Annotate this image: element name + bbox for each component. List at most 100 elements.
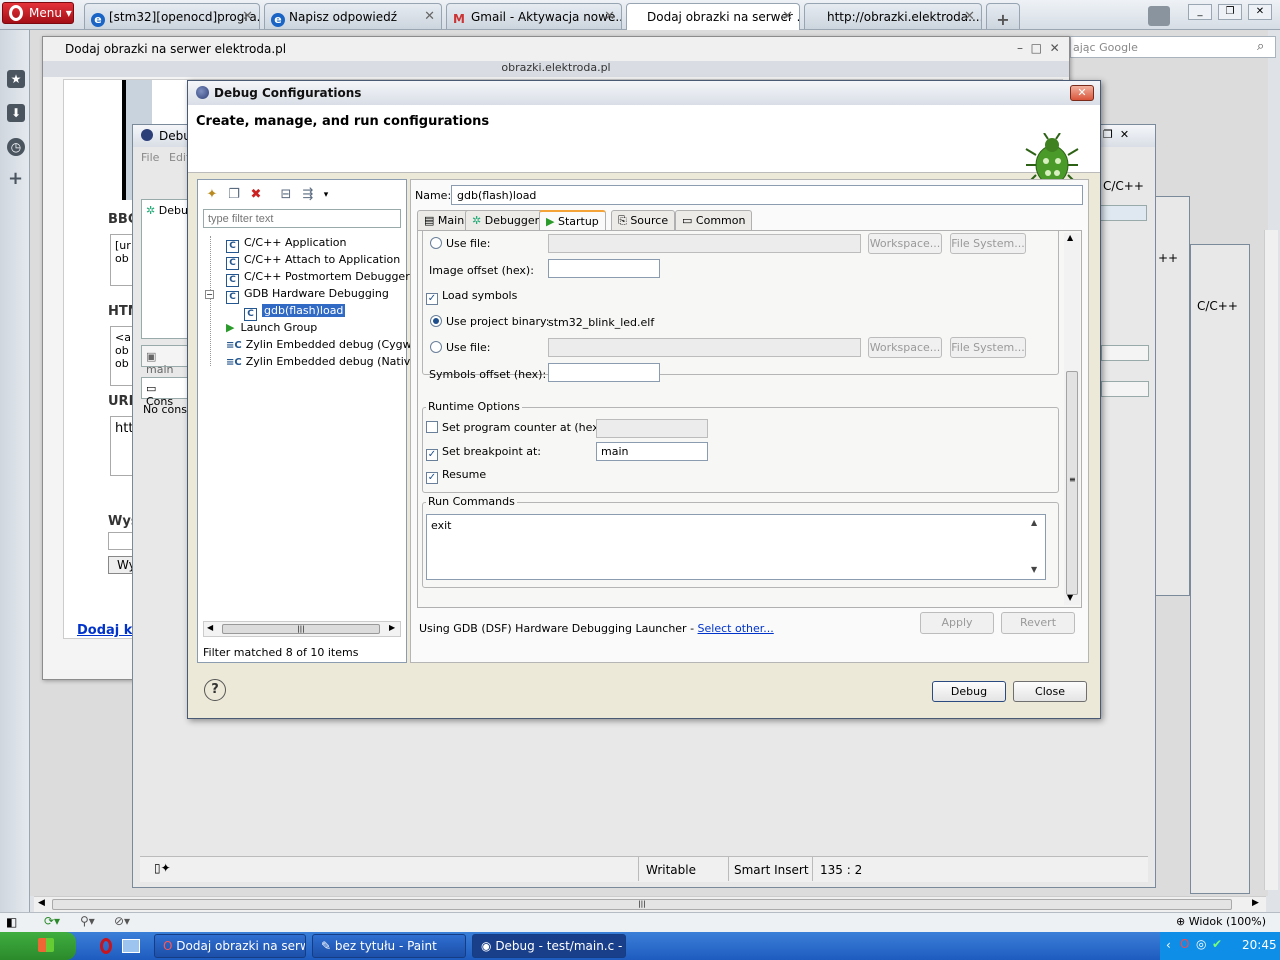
tab-source[interactable]: ⎘ Source xyxy=(611,210,676,230)
scroll-left-icon[interactable]: ◀ xyxy=(207,623,213,632)
config-name-input[interactable]: gdb(flash)load xyxy=(451,185,1083,205)
workspace-button-1[interactable]: Workspace... xyxy=(868,233,942,254)
collapse-toggle-icon[interactable]: − xyxy=(205,290,214,299)
debug-button[interactable]: Debug xyxy=(932,681,1006,702)
taskbar-item-paint[interactable]: ✎ bez tytułu - Paint xyxy=(312,934,466,958)
downloads-icon[interactable]: ⬇ xyxy=(7,104,25,122)
tree-item-gdb-hardware[interactable]: C GDB Hardware Debugging xyxy=(226,287,389,304)
taskbar-item-opera[interactable]: O Dodaj obrazki na serw... xyxy=(154,934,306,958)
help-icon[interactable]: ? xyxy=(204,679,226,701)
zoom-control[interactable]: ⊕ Widok (100%) xyxy=(1176,915,1266,928)
scroll-thumb[interactable]: ||| xyxy=(52,899,1232,910)
perspective-label-2[interactable]: C/C++ xyxy=(1197,299,1238,313)
bookmarks-icon[interactable]: ★ xyxy=(7,70,25,88)
tree-item-cpp-application[interactable]: C C/C++ Application xyxy=(226,236,346,253)
fast-view-icon[interactable]: ▯✦ xyxy=(154,861,171,875)
tree-item-cpp-attach[interactable]: C C/C++ Attach to Application xyxy=(226,253,400,270)
sync-icon[interactable]: ⟳▾ xyxy=(44,914,60,928)
scroll-left-icon[interactable]: ◀ xyxy=(38,898,45,908)
breakpoint-input[interactable]: main xyxy=(596,442,708,461)
search-field[interactable]: ając Google ⌕ xyxy=(1070,36,1276,58)
close-icon[interactable]: ✕ xyxy=(964,9,975,24)
scroll-up-icon[interactable]: ▲ xyxy=(1031,518,1037,527)
page-vertical-scrollbar[interactable] xyxy=(1264,230,1278,890)
tab-startup[interactable]: ▶ Startup xyxy=(539,210,606,231)
show-desktop-icon[interactable] xyxy=(122,939,140,953)
search-icon[interactable]: ⌕ xyxy=(1257,39,1264,54)
perspective-label[interactable]: C/C++ xyxy=(1103,179,1144,193)
tree-item-zylin-cygwin[interactable]: ≡C Zylin Embedded debug (Cygwin) xyxy=(226,338,426,354)
scroll-thumb[interactable]: ||| xyxy=(222,624,380,634)
workspace-button-2[interactable]: Workspace... xyxy=(868,337,942,358)
minimize-button[interactable]: _ xyxy=(1188,4,1212,20)
image-offset-input[interactable] xyxy=(548,259,660,278)
tray-icon-2[interactable]: ◎ xyxy=(1196,937,1206,951)
image-file-input[interactable] xyxy=(548,234,861,253)
tray-expand-icon[interactable]: ‹ xyxy=(1166,938,1171,952)
popup-window-controls[interactable]: – □ ✕ xyxy=(1017,41,1060,55)
set-pc-checkbox[interactable]: Set program counter at (hex): xyxy=(426,421,607,434)
pc-input[interactable] xyxy=(596,419,708,438)
load-symbols-checkbox[interactable]: ✓ Load symbols xyxy=(426,289,517,305)
delete-config-icon[interactable]: ✖ xyxy=(246,186,266,204)
tree-item-zylin-native[interactable]: ≡C Zylin Embedded debug (Native) xyxy=(226,355,421,371)
trash-icon[interactable] xyxy=(1148,6,1170,26)
startup-vertical-scrollbar[interactable]: ▲ ≡ ▼ xyxy=(1064,233,1080,605)
tray-icon-3[interactable]: ✔ xyxy=(1212,937,1222,951)
filesystem-button-2[interactable]: File System... xyxy=(950,337,1026,358)
browser-tab-1[interactable]: e [stm32][openocd]progra... ✕ xyxy=(84,3,260,29)
unite-icon[interactable]: ⚲▾ xyxy=(80,914,95,928)
scroll-down-icon[interactable]: ▼ xyxy=(1031,565,1037,574)
apply-button[interactable]: Apply xyxy=(920,612,994,634)
browser-tab-3[interactable]: M Gmail - Aktywacja nowe... ✕ xyxy=(446,3,622,29)
tab-main[interactable]: ▤ Main xyxy=(417,210,472,230)
close-icon[interactable]: ✕ xyxy=(424,9,435,24)
close-icon[interactable]: ✕ xyxy=(782,9,793,24)
filter-input[interactable] xyxy=(203,209,401,228)
browser-tab-2[interactable]: e Napisz odpowiedź ✕ xyxy=(264,3,442,29)
tree-item-gdb-flash-load[interactable]: Cgdb(flash)load xyxy=(244,304,346,321)
editor-tab[interactable]: ▣ main xyxy=(141,345,189,376)
scroll-right-icon[interactable]: ▶ xyxy=(389,623,395,632)
debug-view-tab[interactable]: ✲ Debu xyxy=(146,204,188,217)
restore-button[interactable]: ❐ xyxy=(1218,4,1242,20)
page-horizontal-scrollbar[interactable]: ◀ ||| ▶ xyxy=(34,896,1266,912)
add-panel-icon[interactable]: + xyxy=(8,168,23,189)
tab-debugger[interactable]: ✲ Debugger xyxy=(465,210,547,230)
opera-quicklaunch-icon[interactable] xyxy=(100,938,112,954)
use-file-radio-2[interactable]: Use file: xyxy=(430,341,491,354)
tree-item-cpp-postmortem[interactable]: C C/C++ Postmortem Debugger xyxy=(226,270,410,287)
filter-configs-icon[interactable]: ⇶ xyxy=(298,186,318,204)
dialog-close-button[interactable]: ✕ xyxy=(1070,85,1094,101)
opera-tray-icon[interactable]: O xyxy=(1180,937,1189,951)
console-tab[interactable]: ▭ Cons xyxy=(141,377,189,408)
collapse-all-icon[interactable]: ⊟ xyxy=(276,186,296,204)
turbo-icon[interactable]: ⊘▾ xyxy=(114,914,130,928)
resume-checkbox[interactable]: ✓ Resume xyxy=(426,468,486,484)
taskbar-item-eclipse[interactable]: ◉ Debug - test/main.c - ... xyxy=(472,934,626,958)
close-window-button[interactable]: ✕ xyxy=(1248,4,1272,20)
chevron-down-icon[interactable]: ▾ xyxy=(316,186,336,204)
scroll-up-icon[interactable]: ▲ xyxy=(1067,233,1073,242)
scroll-right-icon[interactable]: ▶ xyxy=(1252,898,1259,908)
opera-menu-button[interactable]: Menu ▾ xyxy=(2,2,74,24)
symbols-offset-input[interactable] xyxy=(548,363,660,382)
new-tab-button[interactable]: + xyxy=(986,3,1020,29)
browser-tab-5[interactable]: http://obrazki.elektroda.... ✕ xyxy=(804,3,982,29)
revert-button[interactable]: Revert xyxy=(1001,612,1075,634)
close-button[interactable]: Close xyxy=(1013,681,1087,702)
scroll-down-icon[interactable]: ▼ xyxy=(1067,593,1073,602)
filesystem-button-1[interactable]: File System... xyxy=(950,233,1026,254)
symbols-file-input[interactable] xyxy=(548,338,861,357)
use-file-radio-1[interactable]: Use file: xyxy=(430,237,491,250)
use-project-binary-radio[interactable]: Use project binary: xyxy=(430,315,549,328)
new-config-icon[interactable]: ✦ xyxy=(202,186,222,204)
panel-toggle-icon[interactable]: ◧ xyxy=(6,915,17,929)
eclipse-window-controls[interactable]: ❐ ✕ xyxy=(1103,128,1129,141)
set-breakpoint-checkbox[interactable]: ✓ Set breakpoint at: xyxy=(426,445,541,461)
menu-file[interactable]: File xyxy=(141,151,159,164)
tree-item-launch-group[interactable]: ▶ Launch Group xyxy=(226,321,317,337)
close-icon[interactable]: ✕ xyxy=(604,9,615,24)
close-icon[interactable]: ✕ xyxy=(242,9,253,24)
start-button[interactable] xyxy=(0,932,76,960)
